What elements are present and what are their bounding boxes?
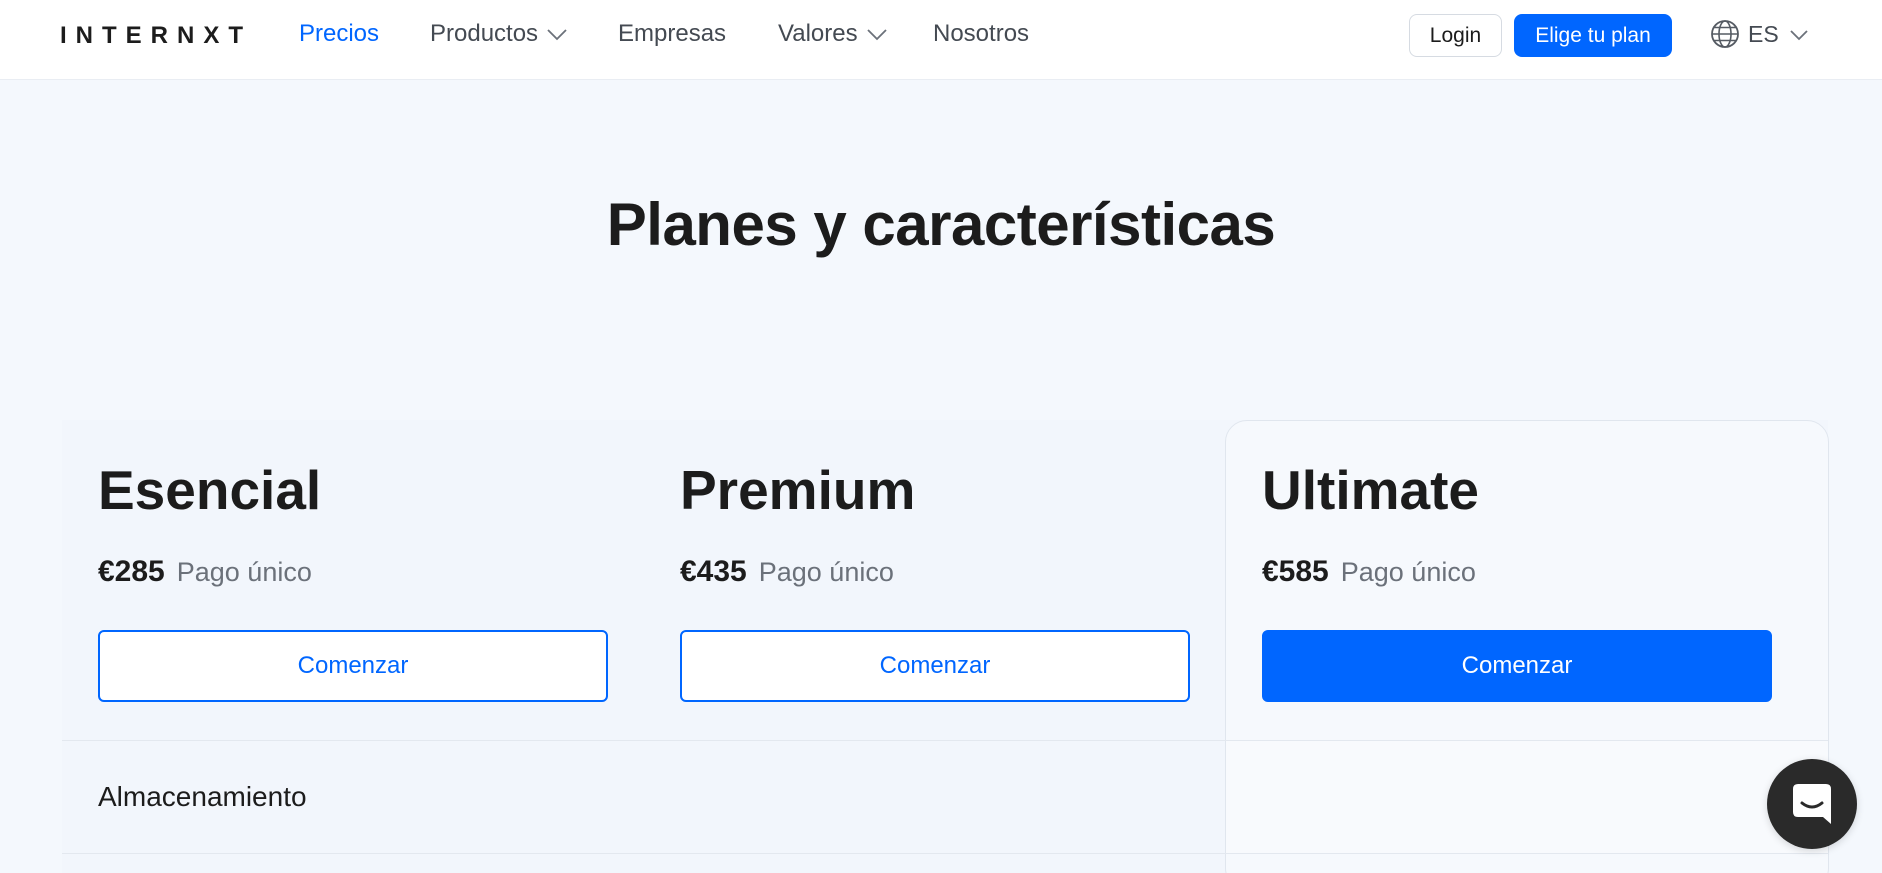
page: INTERNXT Precios Productos Empresas Valo… xyxy=(0,0,1882,873)
nav-item-label: Productos xyxy=(430,20,539,47)
plan-price-note: Pago único xyxy=(176,557,312,587)
nav-item-label: Empresas xyxy=(618,20,727,47)
start-button-premium[interactable]: Comenzar xyxy=(680,630,1190,702)
language-code: ES xyxy=(1748,20,1779,47)
nav-item-label: Nosotros xyxy=(933,20,1030,47)
plan-name: Esencial xyxy=(98,459,322,521)
chat-icon xyxy=(1793,784,1831,824)
globe-icon xyxy=(1711,20,1739,48)
plan-price: €585 xyxy=(1262,555,1329,588)
plan-price-note: Pago único xyxy=(1340,557,1476,587)
nav-item-label: Precios xyxy=(299,20,380,47)
plan-price-row: €285 Pago único xyxy=(98,555,312,589)
nav-item-productos[interactable]: Productos xyxy=(430,20,568,48)
nav-item-nosotros[interactable]: Nosotros xyxy=(933,20,1029,48)
plan-name: Premium xyxy=(680,459,916,521)
plan-price-row: €585 Pago único xyxy=(1262,555,1476,589)
nav-item-label: Valores xyxy=(778,20,858,47)
start-button-esencial[interactable]: Comenzar xyxy=(98,630,608,702)
chat-widget-button[interactable] xyxy=(1767,759,1857,849)
login-button[interactable]: Login xyxy=(1409,14,1502,57)
choose-plan-button[interactable]: Elige tu plan xyxy=(1514,14,1672,57)
start-button-ultimate[interactable]: Comenzar xyxy=(1262,630,1772,702)
plan-price: €285 xyxy=(98,555,165,588)
plan-name: Ultimate xyxy=(1262,459,1479,521)
row-divider xyxy=(62,853,1828,854)
plan-price-row: €435 Pago único xyxy=(680,555,894,589)
featured-feature-cell xyxy=(1226,741,1828,853)
top-navbar: INTERNXT Precios Productos Empresas Valo… xyxy=(0,0,1882,80)
page-title: Planes y características xyxy=(606,191,1276,258)
chevron-down-icon xyxy=(1790,29,1808,40)
plan-price-note: Pago único xyxy=(758,557,894,587)
language-selector[interactable]: ES xyxy=(1710,19,1809,49)
feature-label-storage: Almacenamiento xyxy=(98,781,307,812)
internxt-logo[interactable]: INTERNXT xyxy=(60,22,252,50)
nav-item-valores[interactable]: Valores xyxy=(778,20,888,48)
nav-item-empresas[interactable]: Empresas xyxy=(618,20,726,48)
chevron-down-icon xyxy=(547,29,567,41)
chevron-down-icon xyxy=(866,29,887,41)
nav-item-precios[interactable]: Precios xyxy=(299,20,379,48)
plan-price: €435 xyxy=(680,555,747,588)
